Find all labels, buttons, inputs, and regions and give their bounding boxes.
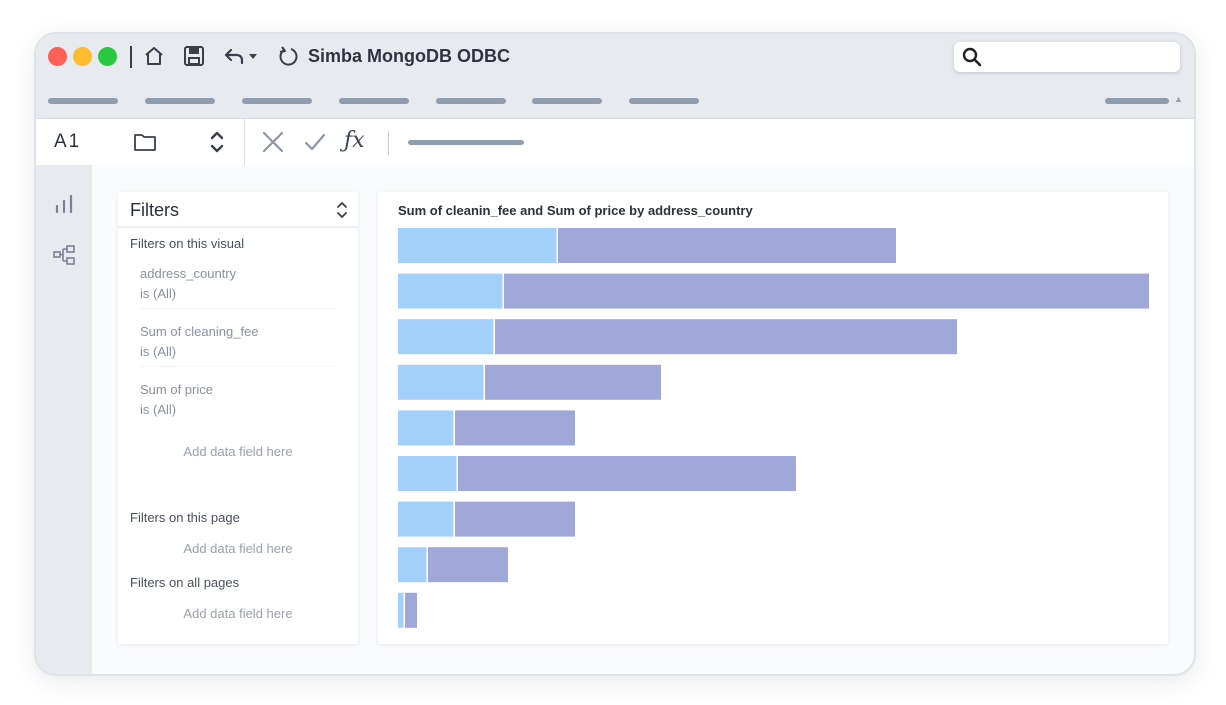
menu-item[interactable]	[629, 98, 699, 104]
bar-series2-1[interactable]	[504, 273, 1149, 309]
bar-series1-8[interactable]	[398, 592, 404, 628]
report-canvas: Filters Filters on this visual address_c…	[92, 165, 1194, 674]
add-visual-field-dropzone[interactable]: Add data field here	[118, 444, 358, 459]
toolbar-divider	[130, 46, 132, 68]
window-title: Simba MongoDB ODBC	[308, 46, 510, 66]
bar-series2-7[interactable]	[428, 547, 508, 583]
diagram-icon[interactable]	[52, 243, 76, 267]
formula-input[interactable]	[408, 140, 524, 145]
app-window: Simba MongoDB ODBC ▲ A1 ƒx Filters Filte…	[34, 32, 1196, 676]
filters-on-all-pages-label: Filters on all pages	[130, 575, 240, 590]
bar-series1-6[interactable]	[398, 501, 454, 537]
title-bar: Simba MongoDB ODBC ▲	[36, 34, 1194, 118]
filter-card[interactable]: Sum of price is (All)	[140, 380, 336, 424]
chart-card[interactable]: Sum of cleanin_fee and Sum of price by a…	[378, 192, 1168, 644]
bar-series1-2[interactable]	[398, 319, 494, 355]
filter-card[interactable]: address_country is (All)	[140, 264, 336, 309]
bar-series1-1[interactable]	[398, 273, 503, 309]
filter-field-name: Sum of cleaning_fee	[140, 324, 259, 339]
menu-item[interactable]	[436, 98, 506, 104]
refresh-icon[interactable]	[276, 44, 300, 68]
bar-series2-4[interactable]	[455, 410, 575, 446]
formula-divider	[244, 119, 245, 165]
filter-field-value: is (All)	[140, 286, 177, 301]
add-all-pages-field-dropzone[interactable]: Add data field here	[118, 606, 358, 621]
side-navigation	[36, 165, 92, 674]
chevron-updown-icon[interactable]	[332, 199, 352, 221]
menu-item[interactable]	[242, 98, 312, 104]
formula-divider	[388, 131, 389, 155]
filters-header: Filters	[118, 192, 358, 228]
filters-pane: Filters Filters on this visual address_c…	[118, 192, 358, 644]
filters-on-visual-label: Filters on this visual	[130, 236, 245, 251]
dropdown-icon[interactable]	[246, 44, 260, 68]
bar-series2-3[interactable]	[485, 364, 661, 400]
function-icon[interactable]: ƒx	[344, 128, 365, 153]
filter-field-name: Sum of price	[140, 382, 213, 397]
filter-card[interactable]: Sum of cleaning_fee is (All)	[140, 322, 336, 367]
close-window-button[interactable]	[48, 47, 67, 66]
menu-item[interactable]	[48, 98, 118, 104]
search-icon	[962, 47, 982, 67]
filter-field-value: is (All)	[140, 402, 177, 417]
expand-collapse-icon[interactable]	[204, 129, 230, 155]
save-icon[interactable]	[182, 44, 206, 68]
filter-field-value: is (All)	[140, 344, 177, 359]
folder-icon[interactable]	[132, 129, 158, 155]
maximize-window-button[interactable]	[98, 47, 117, 66]
bar-series1-0[interactable]	[398, 228, 557, 263]
bar-series2-5[interactable]	[458, 456, 796, 491]
filter-field-name: address_country	[140, 266, 237, 281]
undo-icon[interactable]	[222, 44, 246, 68]
menu-item[interactable]	[339, 98, 409, 104]
chart-icon[interactable]	[52, 192, 76, 216]
menu-item[interactable]	[532, 98, 602, 104]
cancel-icon[interactable]	[260, 129, 286, 155]
search-input[interactable]	[954, 42, 1180, 72]
home-icon[interactable]	[142, 44, 166, 68]
bar-series1-5[interactable]	[398, 456, 457, 491]
menu-item[interactable]	[1105, 98, 1169, 104]
bar-series1-4[interactable]	[398, 410, 454, 446]
bar-series2-2[interactable]	[495, 319, 957, 355]
cell-reference[interactable]: A1	[54, 131, 81, 153]
add-page-field-dropzone[interactable]: Add data field here	[118, 541, 358, 556]
bar-chart	[398, 228, 1149, 628]
bar-series1-3[interactable]	[398, 364, 484, 400]
filters-title: Filters	[130, 200, 179, 220]
confirm-icon[interactable]	[302, 129, 328, 155]
collapse-ribbon-icon[interactable]: ▲	[1174, 94, 1183, 104]
filters-on-page-label: Filters on this page	[130, 510, 240, 525]
bar-series1-7[interactable]	[398, 547, 427, 583]
bar-series2-8[interactable]	[405, 592, 417, 628]
bar-series2-6[interactable]	[455, 501, 575, 537]
formula-bar: A1 ƒx	[36, 118, 1194, 166]
menu-item[interactable]	[145, 98, 215, 104]
minimize-window-button[interactable]	[73, 47, 92, 66]
bar-series2-0[interactable]	[558, 228, 896, 263]
